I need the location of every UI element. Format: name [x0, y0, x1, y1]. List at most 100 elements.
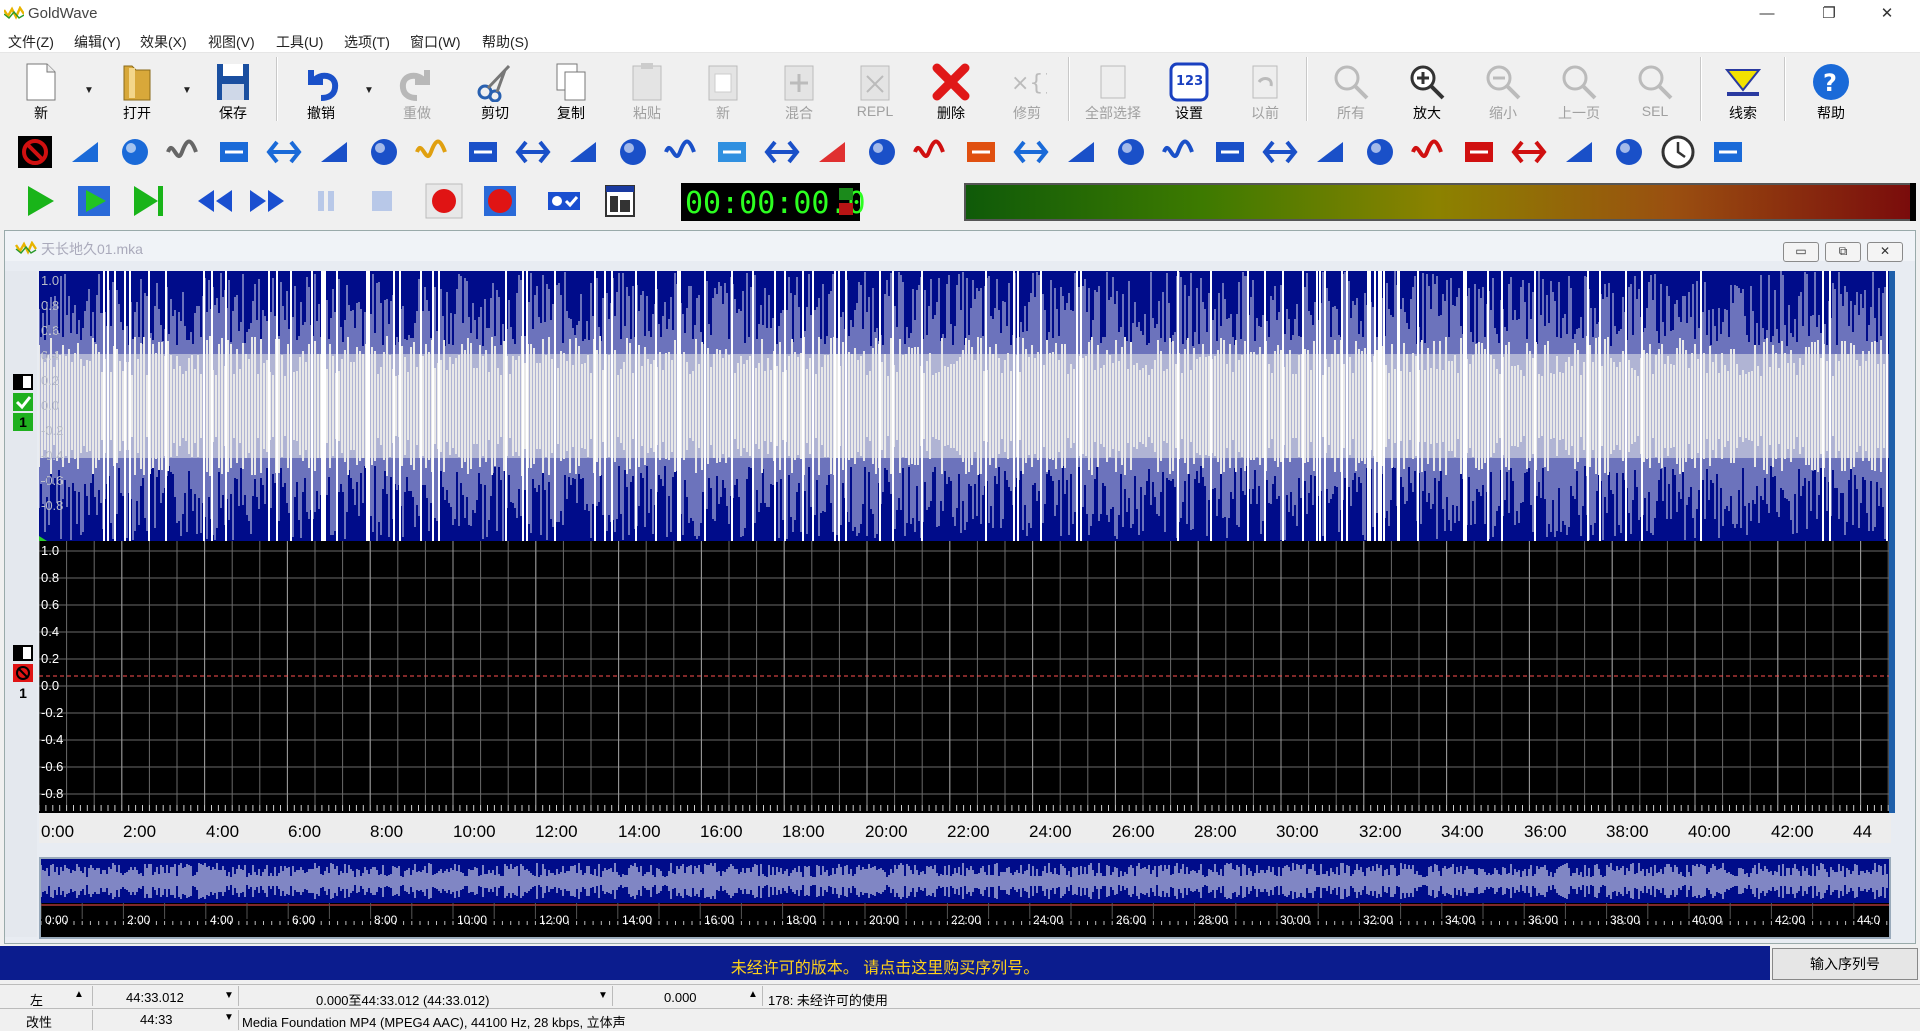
trim-button[interactable]: ×{}× 修剪 [990, 55, 1064, 123]
fade-out-icon[interactable] [1161, 134, 1199, 170]
cue-button[interactable]: 线索 [1706, 55, 1780, 123]
time-ruler[interactable]: 0:00 2:00 4:00 6:00 8:00 10:00 12:00 14:00 16:00… [39, 813, 1891, 843]
double-arrow-icon[interactable] [1410, 134, 1448, 170]
diamond-red-icon[interactable] [1510, 134, 1548, 170]
minimize-button[interactable]: — [1744, 0, 1790, 28]
channel2-select-icon[interactable] [13, 645, 33, 661]
pause-icon[interactable] [306, 182, 346, 220]
select-all-button[interactable]: 全部选择 [1076, 55, 1150, 123]
save-button[interactable]: 保存 [196, 55, 270, 123]
sel-button[interactable]: SEL [1618, 55, 1692, 123]
redo-button[interactable]: 重做 [380, 55, 454, 123]
menu-edit[interactable]: 编辑(Y) [74, 32, 121, 52]
waveform-channel-1[interactable]: 1.0 0.8 0.6 0.4 0.2 0.0 -0.2 -0.4 -0.6 -… [39, 271, 1889, 541]
layers-icon[interactable] [713, 134, 751, 170]
left-arrow-icon[interactable] [564, 134, 602, 170]
prev-page-button[interactable]: 上一页 [1542, 55, 1616, 123]
overview-waveform[interactable]: 0:00 2:00 4:00 6:00 8:00 10:00 12:00 14:00 16:00… [39, 857, 1891, 939]
rainbow-icon[interactable] [962, 134, 1000, 170]
swap-channels-icon[interactable] [165, 134, 203, 170]
zoom-all-button[interactable]: 所有 [1314, 55, 1388, 123]
open-button[interactable]: 打开 [100, 55, 174, 123]
sphere-icon[interactable] [116, 134, 154, 170]
unlicensed-message[interactable]: 未经许可的版本。 请点击这里购买序列号。 [0, 954, 1770, 978]
menu-effects[interactable]: 效果(X) [140, 32, 187, 52]
color-wheel-icon[interactable] [414, 134, 452, 170]
channel1-select-icon[interactable] [13, 374, 33, 390]
menu-tools[interactable]: 工具(U) [276, 32, 323, 52]
loop-icon[interactable] [315, 134, 353, 170]
paste-new-button[interactable]: 新 [686, 55, 760, 123]
menu-window[interactable]: 窗口(W) [410, 32, 461, 52]
record-icon[interactable] [424, 182, 464, 220]
sliders-icon[interactable] [663, 134, 701, 170]
speaker-plus-icon[interactable] [1062, 134, 1100, 170]
menu-help[interactable]: 帮助(S) [482, 32, 529, 52]
doc-maximize-button[interactable]: ⧉ [1825, 242, 1861, 262]
waveform-channel-2[interactable]: 1.0 0.8 0.6 0.4 0.2 0.0 -0.2 -0.4 -0.6 -… [39, 541, 1889, 813]
fast-forward-icon[interactable] [248, 182, 288, 220]
replace-button[interactable]: REPL [838, 55, 912, 123]
enter-serial-button[interactable]: 输入序列号 [1772, 948, 1918, 980]
duration-dropdown-icon[interactable]: ▼ [224, 1012, 234, 1023]
record-selection-icon[interactable] [480, 182, 520, 220]
copy-button[interactable]: 复制 [534, 55, 608, 123]
compress-vertical-icon[interactable] [614, 134, 652, 170]
clock-icon[interactable] [1659, 134, 1697, 170]
delete-button[interactable]: 删除 [914, 55, 988, 123]
visual-window-icon[interactable] [600, 182, 640, 220]
unlicensed-banner[interactable]: 未经许可的版本。 请点击这里购买序列号。 [0, 946, 1770, 980]
play-to-end-icon[interactable] [128, 182, 168, 220]
left-right-icon[interactable] [514, 134, 552, 170]
diamond-blue-icon[interactable] [1610, 134, 1648, 170]
channel2-number[interactable]: 1 [13, 684, 33, 702]
diamond-mix-icon[interactable] [1560, 134, 1598, 170]
speaker-alert-icon[interactable] [1311, 134, 1349, 170]
channel1-enabled-check-icon[interactable] [13, 393, 33, 411]
paste-button[interactable]: 粘贴 [610, 55, 684, 123]
equalizer-grid-icon[interactable] [464, 134, 502, 170]
spectrum-icon[interactable] [813, 134, 851, 170]
undo-dropdown-icon[interactable]: ▼ [364, 85, 374, 96]
zoom-out-button[interactable]: 缩小 [1466, 55, 1540, 123]
help-button[interactable]: ? 帮助 [1794, 55, 1868, 123]
previous-button[interactable]: 以前 [1228, 55, 1302, 123]
menu-view[interactable]: 视图(V) [208, 32, 255, 52]
restore-button[interactable]: ❐ [1806, 0, 1852, 28]
chat-bubble-icon[interactable] [1709, 134, 1747, 170]
set-button[interactable]: 123 设置 [1152, 55, 1226, 123]
cut-button[interactable]: 剪切 [458, 55, 532, 123]
arch-icon[interactable] [763, 134, 801, 170]
doc-close-button[interactable]: ✕ [1867, 242, 1903, 262]
stop-red-icon[interactable] [1460, 134, 1498, 170]
channel-up-icon[interactable]: ▲ [74, 989, 84, 1000]
play-selection-icon[interactable] [74, 182, 114, 220]
gear-star-icon[interactable] [365, 134, 403, 170]
rewind-icon[interactable] [194, 182, 234, 220]
fit-vertical-icon[interactable] [66, 134, 104, 170]
close-button[interactable]: ✕ [1864, 0, 1910, 28]
new-button[interactable]: 新 [4, 55, 78, 123]
fade-in-icon[interactable] [1112, 134, 1150, 170]
undo-button[interactable]: 撤销 [284, 55, 358, 123]
menu-file[interactable]: 文件(Z) [8, 32, 54, 52]
doc-minimize-button[interactable]: ▭ [1783, 242, 1819, 262]
stop-all-icon[interactable] [16, 134, 54, 170]
new-dropdown-icon[interactable]: ▼ [84, 85, 94, 96]
menu-options[interactable]: 选项(T) [344, 32, 390, 52]
position-up-icon[interactable]: ▲ [748, 989, 758, 1000]
speaker-blue-icon[interactable] [1012, 134, 1050, 170]
control-properties-icon[interactable] [544, 182, 584, 220]
speaker-mute-icon[interactable] [1361, 134, 1399, 170]
cut-waveform-icon[interactable] [912, 134, 950, 170]
wave-icon[interactable] [265, 134, 303, 170]
stop-icon[interactable] [362, 182, 402, 220]
channel1-number[interactable]: 1 [13, 413, 33, 431]
selection-dropdown-icon[interactable]: ▼ [598, 990, 608, 1001]
zoom-in-button[interactable]: 放大 [1390, 55, 1464, 123]
open-dropdown-icon[interactable]: ▼ [182, 85, 192, 96]
speaker-minus-icon[interactable] [1261, 134, 1299, 170]
burst-icon[interactable] [863, 134, 901, 170]
channel2-disabled-icon[interactable] [13, 664, 33, 682]
marker-left-icon[interactable] [1211, 134, 1249, 170]
